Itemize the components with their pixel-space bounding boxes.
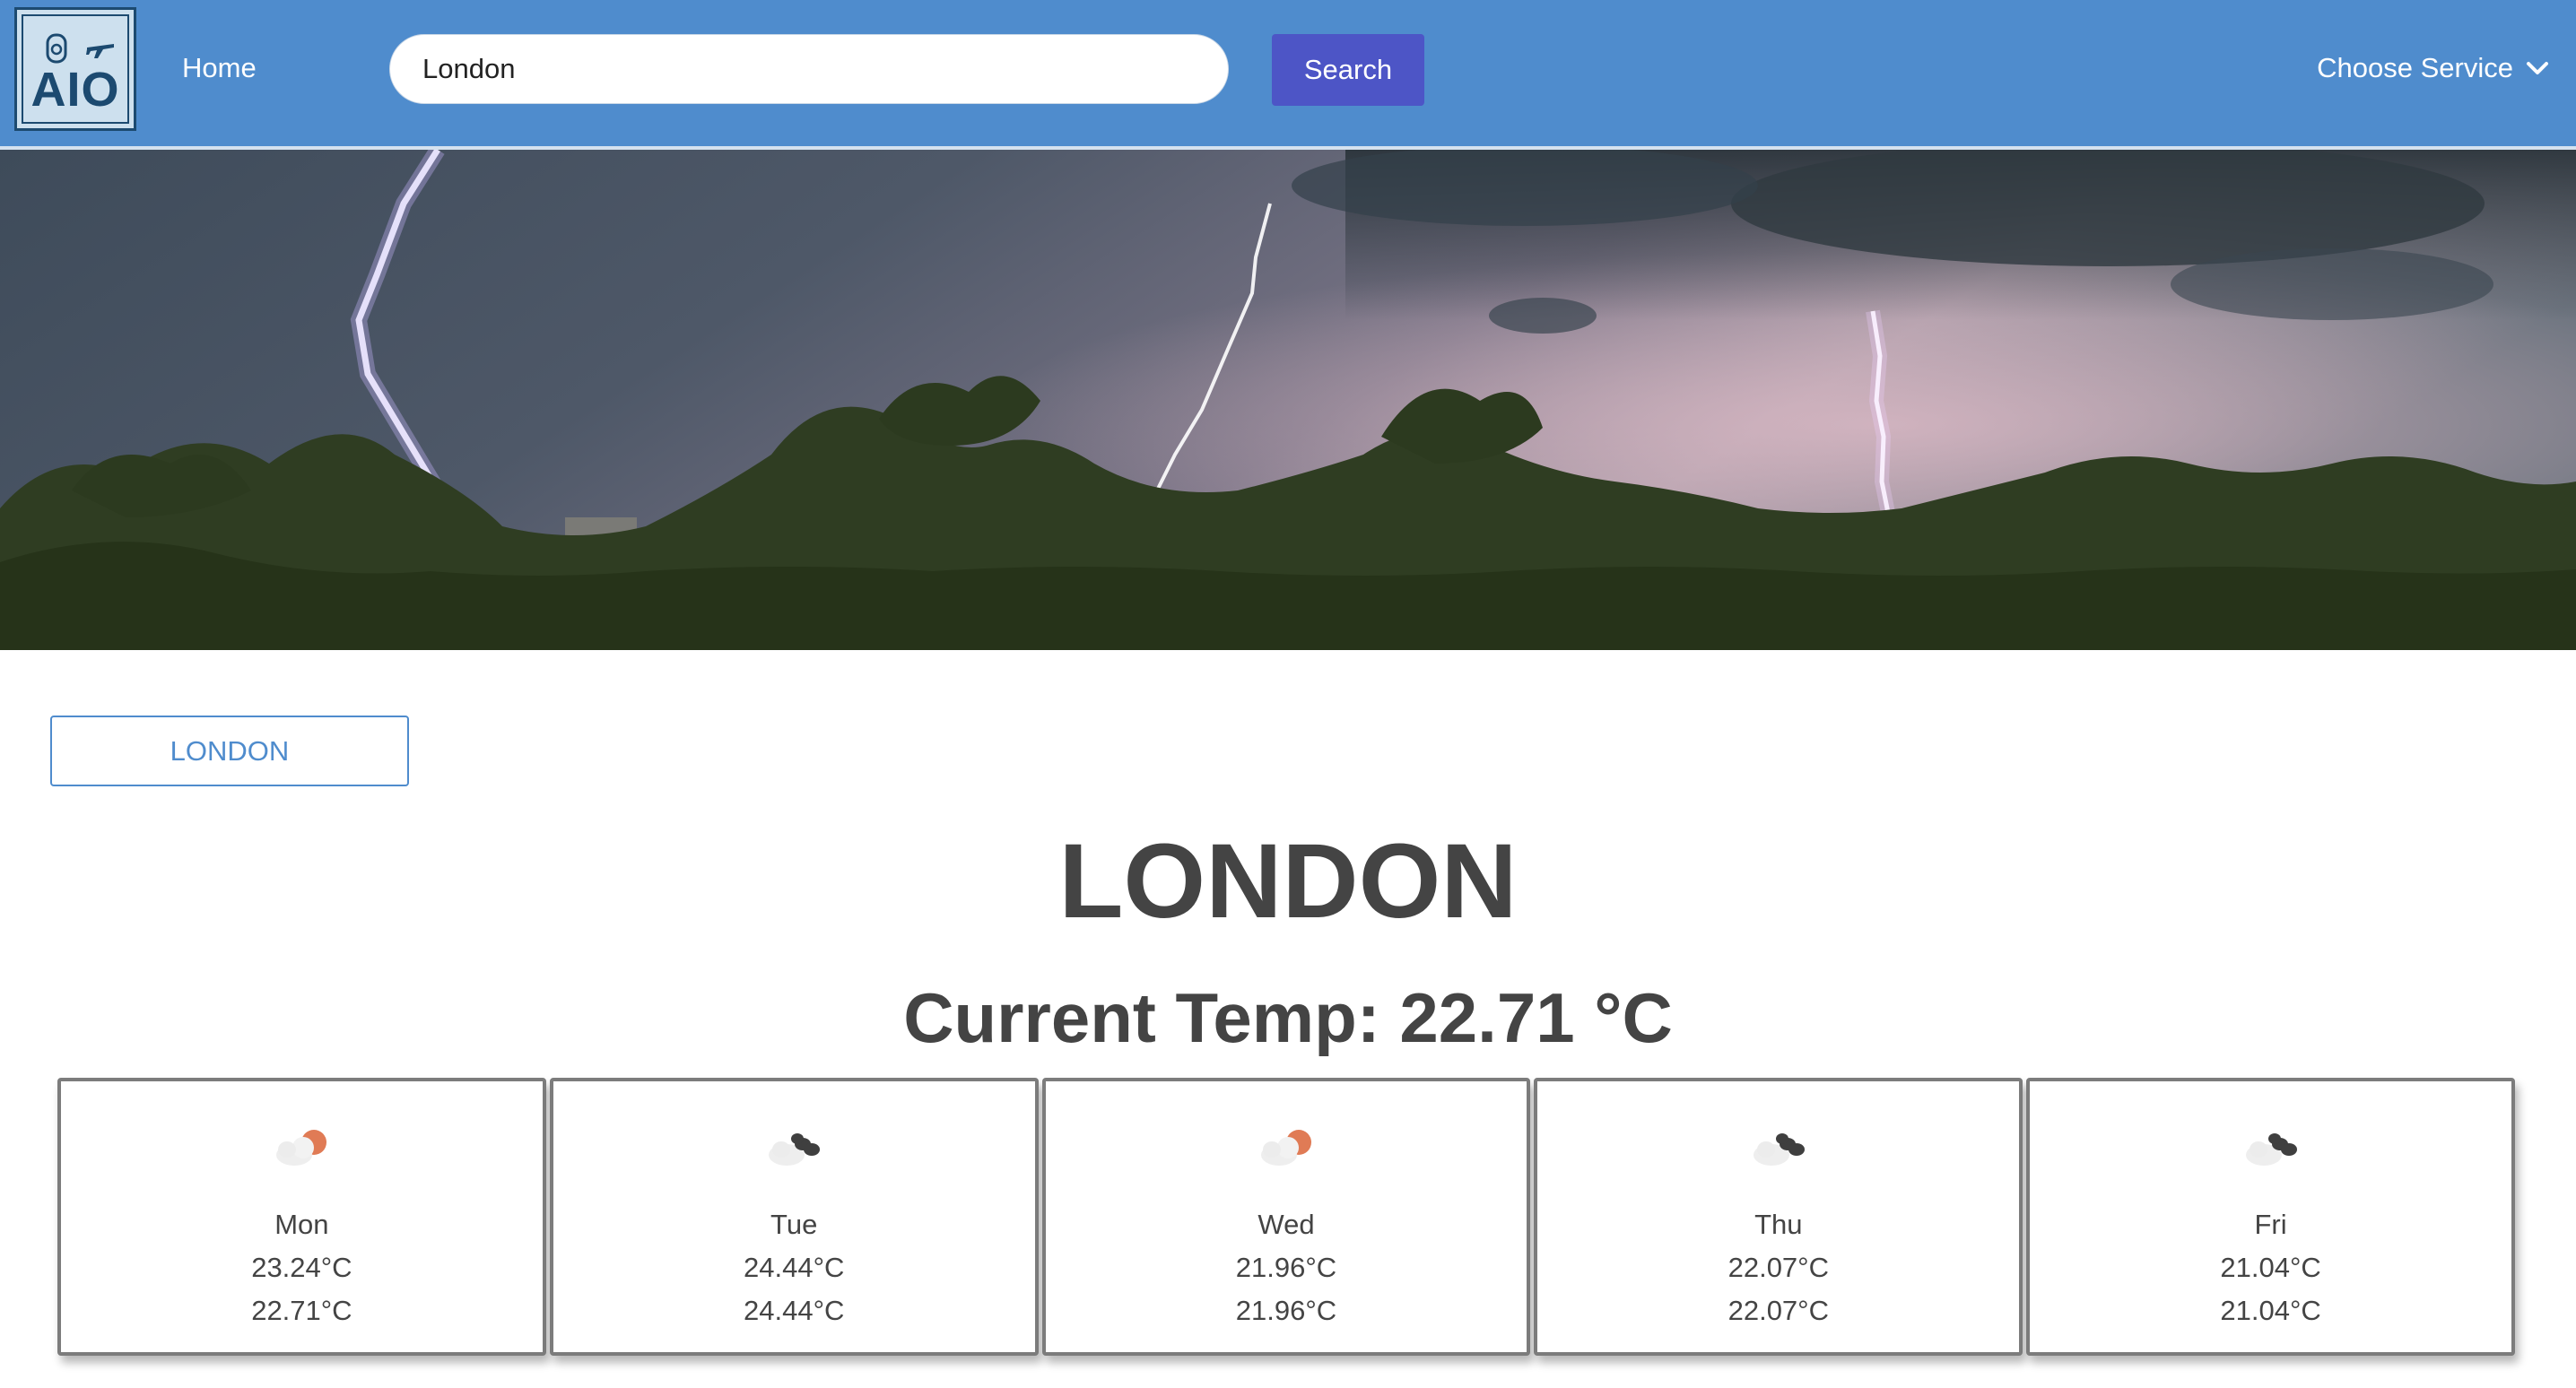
forecast-day: Tue [770,1209,818,1240]
navbar: AIO Home Search Choose Service [0,0,2576,150]
forecast-temp-high: 21.04°C [2220,1252,2321,1283]
forecast-temp-low: 22.71°C [251,1295,352,1326]
choose-service-label: Choose Service [2317,52,2513,83]
search-input[interactable] [389,34,1229,104]
forecast-temp-low: 21.96°C [1235,1295,1337,1326]
forecast-card-fri: Fri 21.04°C 21.04°C [2026,1078,2515,1356]
forecast-day: Mon [274,1209,329,1240]
phone-icon [46,33,67,64]
broken-clouds-icon [1753,1133,1805,1166]
storm-scene [0,150,2576,650]
forecast-temp-high: 23.24°C [251,1252,352,1283]
forecast-card-thu: Thu 22.07°C 22.07°C [1534,1078,2023,1356]
forecast-temp-low: 21.04°C [2220,1295,2321,1326]
broken-clouds-icon [2245,1133,2297,1166]
city-title: LONDON [1058,822,1518,941]
forecast-temp-high: 21.96°C [1235,1252,1337,1283]
cloud-sun-icon [276,1130,327,1166]
forecast-day: Thu [1754,1209,1803,1240]
forecast-card-mon: Mon 23.24°C 22.71°C [57,1078,546,1356]
cloud-sun-icon [1260,1130,1311,1166]
hero-storm-image [0,150,2576,650]
current-temp: Current Temp: 22.71 °C [903,978,1673,1057]
forecast-temp-high: 24.44°C [744,1252,845,1283]
forecast-card-wed: Wed 21.96°C 21.96°C [1041,1078,1531,1356]
city-chip-london[interactable]: LONDON [50,716,409,786]
aio-logo[interactable]: AIO [14,7,136,131]
forecast-temp-high: 22.07°C [1727,1252,1829,1283]
forecast-day: Fri [2254,1209,2287,1240]
forecast-temp-low: 24.44°C [744,1295,845,1326]
forecast-day: Wed [1258,1209,1315,1240]
choose-service-dropdown[interactable]: Choose Service [2317,52,2549,84]
forecast-card-tue: Tue 24.44°C 24.44°C [549,1078,1039,1356]
airplane-icon [86,44,114,58]
broken-clouds-icon [769,1133,821,1166]
chevron-down-icon [2527,62,2548,74]
forecast-row: Mon 23.24°C 22.71°C Tue 24.44°C 24.44°C … [57,1078,2515,1356]
nav-home-link[interactable]: Home [182,52,257,84]
forecast-temp-low: 22.07°C [1727,1295,1829,1326]
logo-text: AIO [30,63,120,117]
search-button[interactable]: Search [1272,34,1424,106]
